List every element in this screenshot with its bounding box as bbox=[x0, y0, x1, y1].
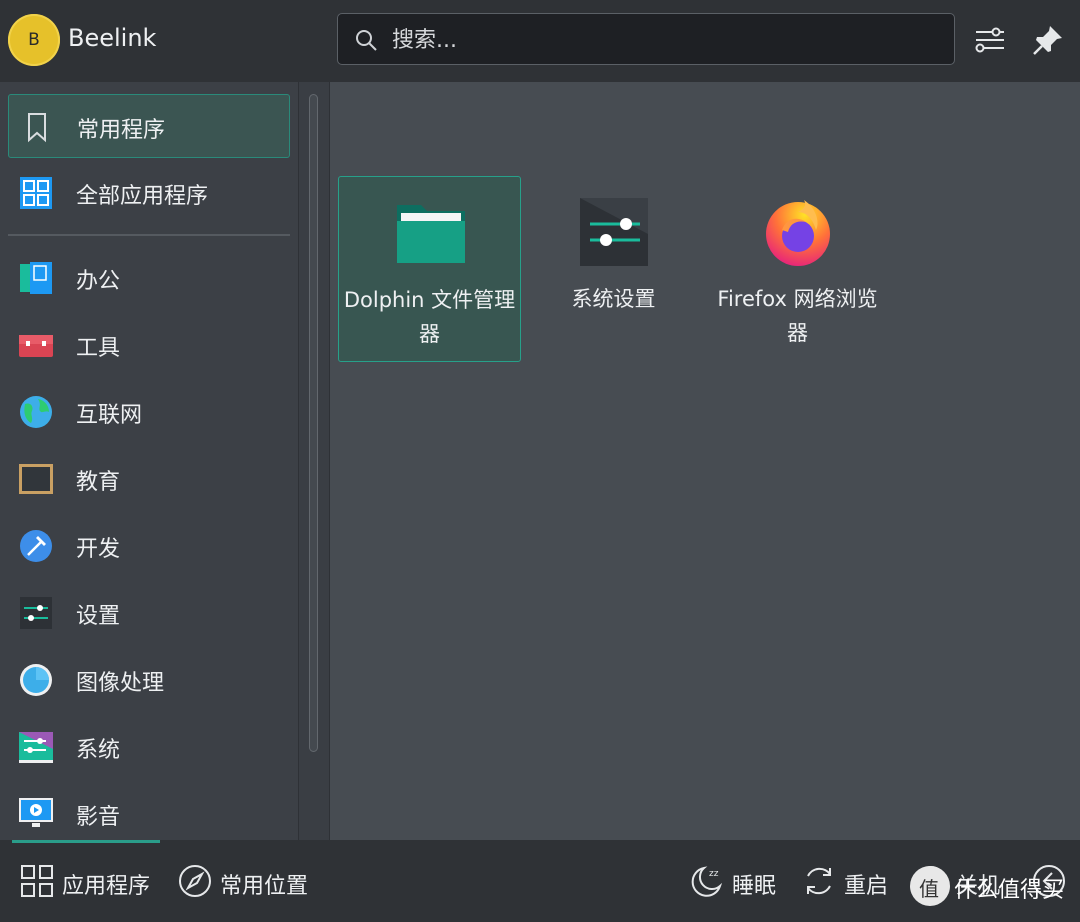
sidebar-item-development[interactable]: 开发 bbox=[8, 514, 290, 578]
hammer-icon bbox=[20, 530, 52, 562]
watermark-logo: 值 bbox=[910, 866, 950, 906]
bookmark-icon bbox=[28, 113, 46, 143]
sidebar-item-multimedia[interactable]: 影音 bbox=[8, 782, 290, 846]
svg-text:zz: zz bbox=[709, 869, 719, 879]
sidebar-divider bbox=[8, 234, 290, 236]
folder-icon bbox=[397, 205, 465, 263]
sidebar-item-internet[interactable]: 互联网 bbox=[8, 380, 290, 444]
sidebar-item-label: 互联网 bbox=[76, 403, 143, 428]
search-box[interactable] bbox=[337, 13, 955, 65]
app-label: Dolphin 文件管理器 bbox=[343, 288, 516, 346]
app-label: Firefox 网络浏览器 bbox=[717, 287, 878, 345]
app-tile-dolphin[interactable]: Dolphin 文件管理器 bbox=[338, 176, 521, 362]
user-avatar[interactable]: B bbox=[8, 14, 60, 66]
sidebar-item-label: 全部应用程序 bbox=[76, 184, 209, 209]
settings-icon bbox=[20, 597, 52, 629]
sidebar-item-label: 设置 bbox=[76, 604, 121, 629]
sidebar-item-label: 常用程序 bbox=[77, 118, 166, 143]
sliders-icon[interactable] bbox=[972, 22, 1008, 58]
app-grid: Dolphin 文件管理器 系统设置 Firefox 网络浏览器 bbox=[330, 82, 1080, 840]
avatar-letter: B bbox=[28, 30, 40, 50]
multimedia-icon bbox=[19, 798, 53, 827]
compass-icon bbox=[179, 865, 211, 897]
category-sidebar: 常用程序 全部应用程序 办公 工具 互联网 教育 开发 设置 图像处理 系统 影… bbox=[0, 82, 298, 840]
sidebar-item-label: 开发 bbox=[76, 537, 121, 562]
sidebar-item-label: 工具 bbox=[76, 336, 121, 361]
system-icon bbox=[19, 732, 53, 763]
tab-applications[interactable]: 应用程序 bbox=[20, 864, 160, 900]
user-name: Beelink bbox=[68, 24, 157, 52]
restart-icon bbox=[807, 867, 831, 895]
tab-places[interactable]: 常用位置 bbox=[178, 864, 318, 900]
office-icon bbox=[20, 262, 52, 294]
tab-label: 应用程序 bbox=[62, 874, 151, 899]
sleep-button[interactable]: zz 睡眠 bbox=[690, 864, 780, 900]
sidebar-item-settings[interactable]: 设置 bbox=[8, 581, 290, 645]
sidebar-item-system[interactable]: 系统 bbox=[8, 715, 290, 779]
globe-icon bbox=[20, 396, 52, 428]
apps-grid-icon bbox=[21, 865, 53, 897]
search-input[interactable] bbox=[390, 22, 934, 58]
sidebar-item-graphics[interactable]: 图像处理 bbox=[8, 648, 290, 712]
system-settings-icon bbox=[580, 198, 648, 266]
power-label: 重启 bbox=[844, 874, 889, 899]
restart-button[interactable]: 重启 bbox=[802, 864, 892, 900]
firefox-icon bbox=[766, 200, 830, 266]
grid-icon bbox=[20, 177, 52, 209]
search-icon bbox=[356, 30, 377, 51]
sidebar-item-all-apps[interactable]: 全部应用程序 bbox=[8, 161, 290, 225]
header: B Beelink bbox=[0, 0, 1080, 82]
sidebar-scrollbar[interactable] bbox=[309, 94, 318, 752]
sidebar-item-label: 教育 bbox=[76, 470, 121, 495]
tab-label: 常用位置 bbox=[220, 874, 309, 899]
app-label: 系统设置 bbox=[571, 287, 656, 311]
sidebar-item-utilities[interactable]: 工具 bbox=[8, 313, 290, 377]
sidebar-item-favorites[interactable]: 常用程序 bbox=[8, 94, 290, 158]
app-tile-system-settings[interactable]: 系统设置 bbox=[522, 176, 705, 362]
app-tile-firefox[interactable]: Firefox 网络浏览器 bbox=[706, 176, 889, 362]
sidebar-item-label: 办公 bbox=[76, 269, 121, 294]
sidebar-item-education[interactable]: 教育 bbox=[8, 447, 290, 511]
power-label: 睡眠 bbox=[732, 874, 777, 899]
active-tab-indicator bbox=[12, 840, 160, 843]
pin-icon[interactable] bbox=[1030, 22, 1066, 58]
sidebar-item-label: 系统 bbox=[76, 738, 121, 763]
sleep-icon: zz bbox=[691, 866, 723, 897]
chalkboard-icon bbox=[19, 464, 53, 494]
watermark-text: 什么值得买 bbox=[954, 878, 1065, 903]
toolbox-icon bbox=[19, 335, 53, 357]
graphics-icon bbox=[20, 664, 52, 696]
sidebar-item-label: 影音 bbox=[76, 805, 121, 830]
sidebar-item-office[interactable]: 办公 bbox=[8, 246, 290, 310]
sidebar-item-label: 图像处理 bbox=[76, 671, 165, 696]
